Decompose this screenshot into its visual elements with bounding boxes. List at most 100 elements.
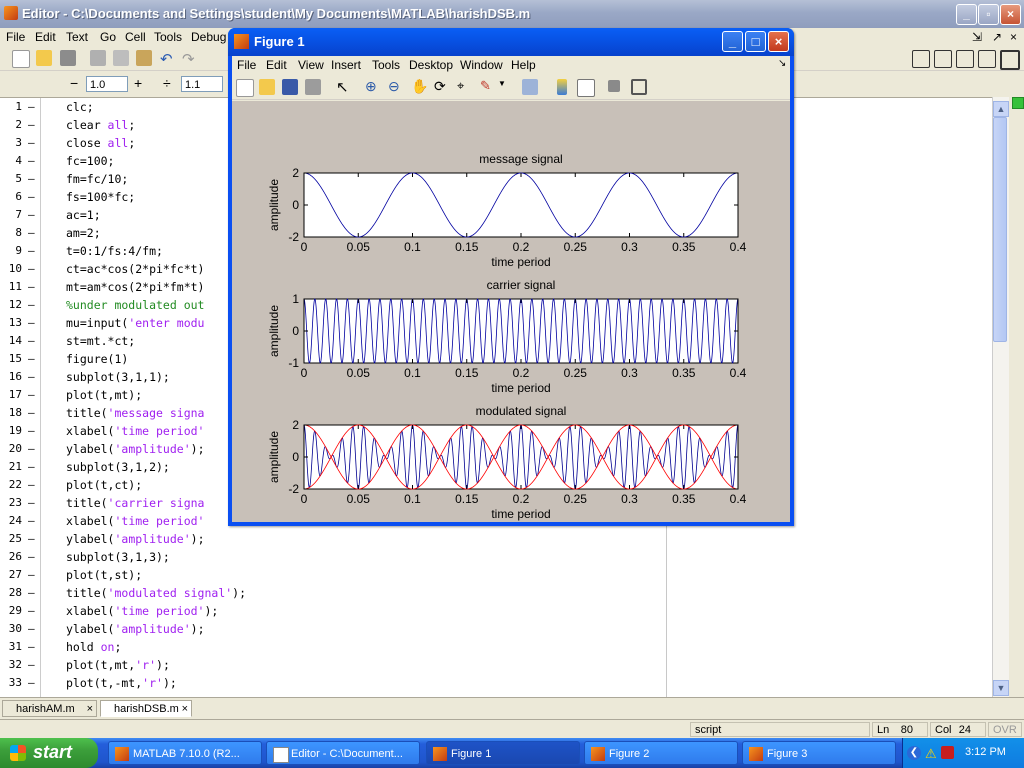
task-editor[interactable]: Editor - C:\Document... <box>266 741 420 765</box>
figure-window[interactable]: Figure 1 _ □ × File Edit View Insert Too… <box>228 28 794 526</box>
task-figure-1[interactable]: Figure 1 <box>426 741 580 765</box>
cell-value-2-input[interactable]: 1.1 <box>181 76 223 92</box>
code-line[interactable]: figure(1) <box>66 352 128 366</box>
code-line[interactable]: clear all; <box>66 118 135 132</box>
scroll-up-icon[interactable]: ▲ <box>993 101 1009 117</box>
data-cursor-icon[interactable]: ⌖ <box>457 78 473 94</box>
layout-float-icon[interactable] <box>978 50 996 68</box>
pan-hand-icon[interactable]: ✋ <box>411 78 428 94</box>
tab-harishAM[interactable]: harishAM.m × <box>2 700 97 717</box>
paste-icon[interactable] <box>136 50 152 66</box>
open-file-icon[interactable] <box>259 79 275 95</box>
dock-arrow-icon[interactable]: ⇲ <box>972 30 982 44</box>
code-line[interactable]: plot(t,mt); <box>66 388 142 402</box>
fig-menu-file[interactable]: File <box>237 58 256 72</box>
code-analyzer-status-icon[interactable] <box>1012 97 1024 109</box>
code-line[interactable]: clc; <box>66 100 94 114</box>
code-line[interactable]: subplot(3,1,2); <box>66 460 170 474</box>
code-line[interactable]: t=0:1/fs:4/fm; <box>66 244 163 258</box>
cut-icon[interactable] <box>90 50 106 66</box>
figure-title-bar[interactable]: Figure 1 _ □ × <box>228 28 794 56</box>
editor-title-bar[interactable]: Editor - C:\Documents and Settings\stude… <box>0 0 1024 28</box>
code-line[interactable]: plot(t,mt,'r'); <box>66 658 170 672</box>
tab-close-icon[interactable]: × <box>182 701 188 718</box>
code-line[interactable]: hold on; <box>66 640 121 654</box>
save-figure-icon[interactable] <box>282 79 298 95</box>
rotate-3d-icon[interactable]: ⟳ <box>434 78 450 94</box>
code-line[interactable]: title('carrier signa <box>66 496 204 510</box>
code-line[interactable]: plot(t,-mt,'r'); <box>66 676 177 690</box>
brush-dropdown-icon[interactable]: ▼ <box>498 79 514 95</box>
code-line[interactable]: title('modulated signal'); <box>66 586 246 600</box>
save-icon[interactable] <box>60 50 76 66</box>
menu-tools[interactable]: Tools <box>154 30 182 44</box>
hide-plot-tools-icon[interactable] <box>608 80 620 92</box>
code-line[interactable]: title('message signa <box>66 406 204 420</box>
menu-text[interactable]: Text <box>66 30 88 44</box>
code-line[interactable]: xlabel('time period'); <box>66 604 218 618</box>
decrement-icon[interactable]: − <box>70 75 78 91</box>
new-figure-icon[interactable] <box>236 79 254 97</box>
scroll-down-icon[interactable]: ▼ <box>993 680 1009 696</box>
figure-minimize-button[interactable]: _ <box>722 31 743 52</box>
tab-harishDSB[interactable]: harishDSB.m × <box>100 700 192 717</box>
layout-columns-icon[interactable] <box>934 50 952 68</box>
divide-icon[interactable]: ÷ <box>163 75 171 91</box>
scrollbar-thumb[interactable] <box>993 117 1007 342</box>
code-line[interactable]: mu=input('enter modu <box>66 316 204 330</box>
zoom-in-icon[interactable]: ⊕ <box>365 78 381 94</box>
warning-icon[interactable]: ⚠ <box>925 746 937 762</box>
fig-menu-window[interactable]: Window <box>460 58 503 72</box>
code-line[interactable]: subplot(3,1,1); <box>66 370 170 384</box>
code-line[interactable]: plot(t,ct); <box>66 478 142 492</box>
code-line[interactable]: plot(t,st); <box>66 568 142 582</box>
undo-icon[interactable]: ↶ <box>160 50 176 68</box>
undock-arrow-icon[interactable]: ↗ <box>992 30 1002 44</box>
code-line[interactable]: ylabel('amplitude'); <box>66 532 205 546</box>
menu-file[interactable]: File <box>6 30 25 44</box>
cell-value-1-input[interactable]: 1.0 <box>86 76 128 92</box>
code-line[interactable]: ylabel('amplitude'); <box>66 622 205 636</box>
figure-close-button[interactable]: × <box>768 31 789 52</box>
code-line[interactable]: xlabel('time period' <box>66 424 204 438</box>
task-figure-2[interactable]: Figure 2 <box>584 741 738 765</box>
zoom-out-icon[interactable]: ⊖ <box>388 78 404 94</box>
code-line[interactable]: subplot(3,1,3); <box>66 550 170 564</box>
brush-icon[interactable]: ✎ <box>480 78 496 94</box>
copy-icon[interactable] <box>113 50 129 66</box>
print-icon[interactable] <box>305 79 321 95</box>
fig-menu-edit[interactable]: Edit <box>266 58 287 72</box>
figure-canvas[interactable]: 0 0.05 0.1 0.15 0.2 0.25 0.3 0.35 0.4 2 0 -2 message… <box>232 101 790 522</box>
increment-icon[interactable]: + <box>134 75 142 91</box>
code-line[interactable]: mt=am*cos(2*pi*fm*t) <box>66 280 204 294</box>
layout-rows-icon[interactable] <box>956 50 974 68</box>
start-button[interactable]: start <box>0 738 98 768</box>
code-line[interactable]: xlabel('time period' <box>66 514 204 528</box>
tray-expand-icon[interactable]: ❮ <box>907 746 921 760</box>
fig-menu-view[interactable]: View <box>298 58 324 72</box>
fig-menu-desktop[interactable]: Desktop <box>409 58 453 72</box>
code-line[interactable]: fm=fc/10; <box>66 172 128 186</box>
code-line[interactable]: %under modulated out <box>66 298 204 312</box>
close-button[interactable]: × <box>1000 4 1021 25</box>
fig-menu-tools[interactable]: Tools <box>372 58 400 72</box>
layout-grid-icon[interactable] <box>912 50 930 68</box>
code-line[interactable]: am=2; <box>66 226 101 240</box>
redo-icon[interactable]: ↷ <box>182 50 198 68</box>
menu-go[interactable]: Go <box>100 30 116 44</box>
fig-menu-insert[interactable]: Insert <box>331 58 361 72</box>
code-line[interactable]: close all; <box>66 136 135 150</box>
colorbar-icon[interactable] <box>557 79 567 95</box>
code-line[interactable]: ac=1; <box>66 208 101 222</box>
task-matlab[interactable]: MATLAB 7.10.0 (R2... <box>108 741 262 765</box>
tab-close-icon[interactable]: × <box>87 701 93 718</box>
close-doc-icon[interactable]: × <box>1010 30 1017 44</box>
menu-cell[interactable]: Cell <box>125 30 146 44</box>
task-figure-3[interactable]: Figure 3 <box>742 741 896 765</box>
edit-plot-arrow-icon[interactable]: ↖ <box>336 78 352 96</box>
antivirus-icon[interactable] <box>941 746 954 759</box>
new-file-icon[interactable] <box>12 50 30 68</box>
legend-icon[interactable] <box>577 79 595 97</box>
menu-edit[interactable]: Edit <box>35 30 56 44</box>
clock[interactable]: 3:12 PM <box>965 746 1006 758</box>
